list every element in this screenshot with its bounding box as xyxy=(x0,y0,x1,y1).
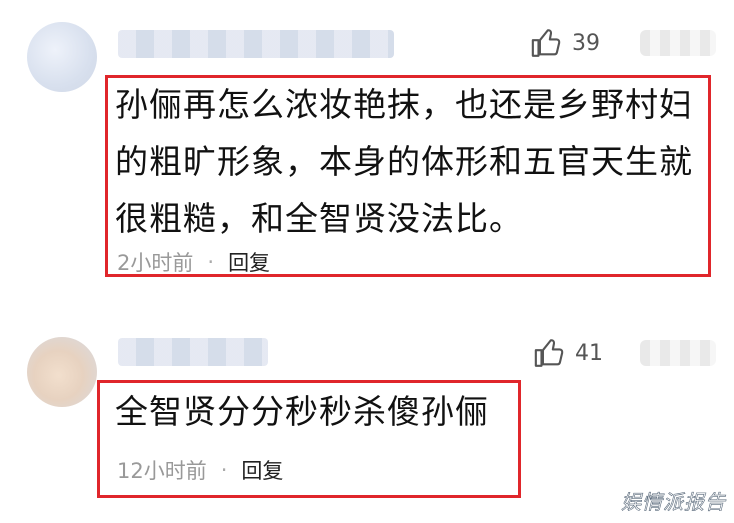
thumbs-up-icon xyxy=(531,29,561,57)
reply-button[interactable]: 回复 xyxy=(241,455,283,485)
separator-dot: · xyxy=(207,250,215,274)
comment-text: 孙俪再怎么浓妆艳抹，也还是乡野村妇 的粗旷形象，本身的体形和五官天生就 很粗糙，… xyxy=(115,76,693,247)
thumbs-up-icon xyxy=(534,339,564,367)
avatar[interactable] xyxy=(27,22,97,92)
comment-line: 很粗糙，和全智贤没法比。 xyxy=(115,199,523,238)
comment-line: 的粗旷形象，本身的体形和五官天生就 xyxy=(115,142,693,181)
separator-dot: · xyxy=(220,458,228,482)
like-count: 39 xyxy=(572,30,600,56)
like-button[interactable]: 39 xyxy=(530,26,600,60)
comment-text: 全智贤分分秒秒杀傻孙俪 xyxy=(115,383,489,440)
comment-meta: 2小时前 · 回复 xyxy=(117,247,270,277)
blurred-menu[interactable] xyxy=(640,340,716,366)
comment-line: 全智贤分分秒秒杀傻孙俪 xyxy=(115,392,489,431)
comment-feed: 39 孙俪再怎么浓妆艳抹，也还是乡野村妇 的粗旷形象，本身的体形和五官天生就 很… xyxy=(0,0,734,523)
reply-button[interactable]: 回复 xyxy=(228,247,270,277)
comment-line: 孙俪再怎么浓妆艳抹，也还是乡野村妇 xyxy=(115,85,693,124)
timestamp: 12小时前 xyxy=(117,459,207,483)
like-count: 41 xyxy=(575,340,603,366)
watermark: 娱情派报告 xyxy=(621,490,726,515)
like-button[interactable]: 41 xyxy=(533,336,603,370)
timestamp: 2小时前 xyxy=(117,251,194,275)
comment-meta: 12小时前 · 回复 xyxy=(117,455,283,485)
username-blurred[interactable] xyxy=(118,338,268,366)
username-blurred[interactable] xyxy=(118,30,394,58)
blurred-menu[interactable] xyxy=(640,30,716,56)
avatar[interactable] xyxy=(27,337,97,407)
